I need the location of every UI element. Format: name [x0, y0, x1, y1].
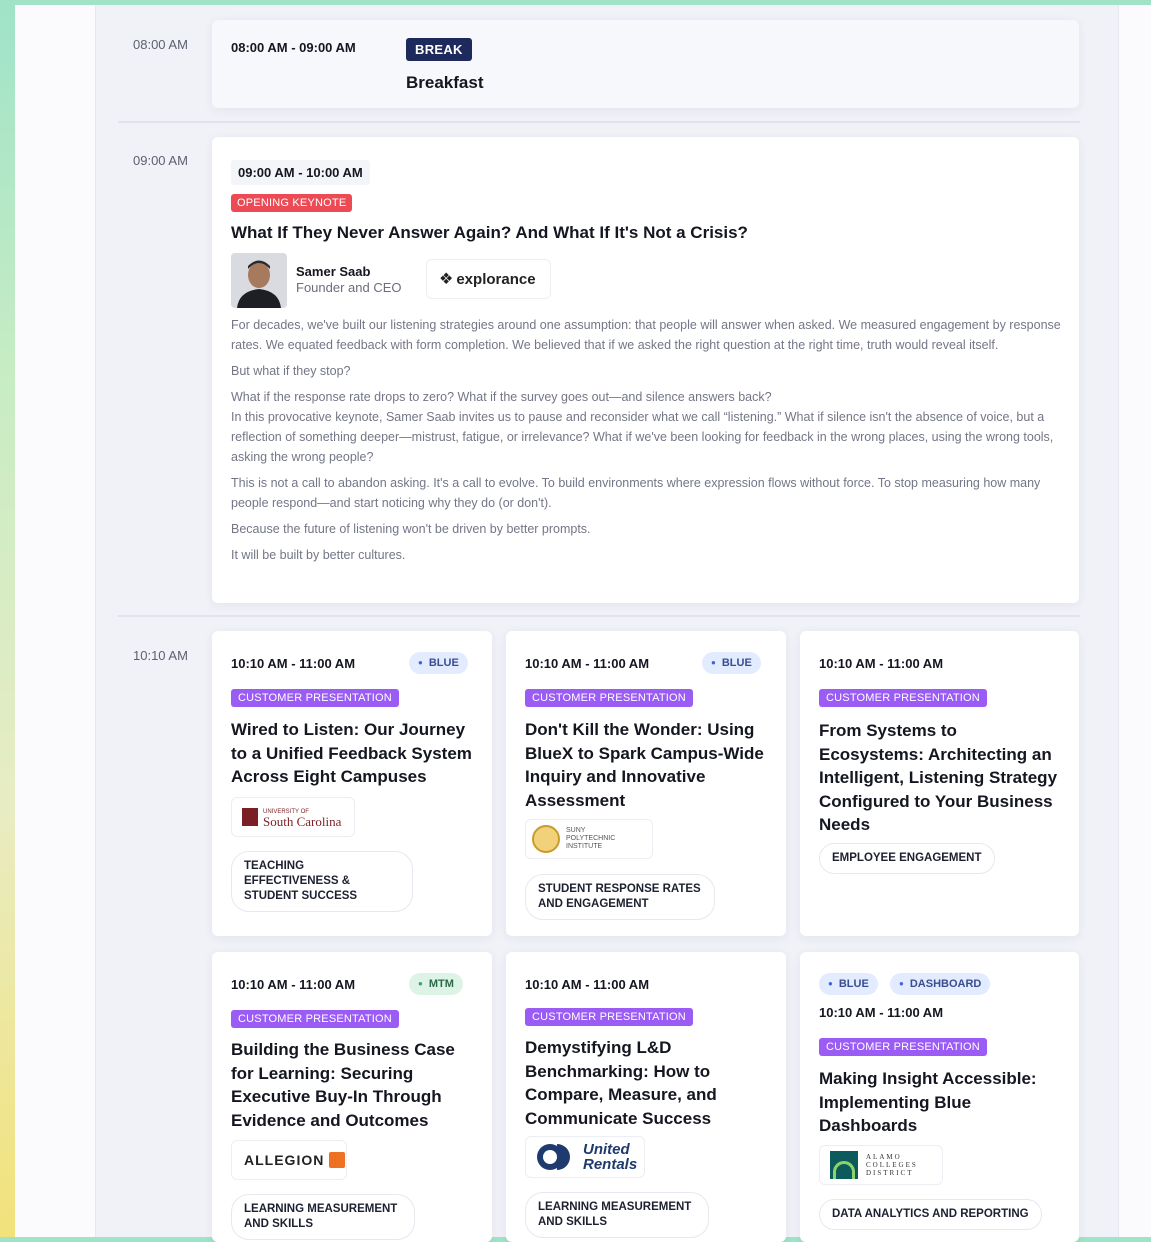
session-card[interactable]: 10:10 AM - 11:00 AM CUSTOMER PRESENTATIO… — [800, 631, 1079, 936]
track-badge-blue: BLUE — [702, 652, 761, 674]
customer-presentation-tag: CUSTOMER PRESENTATION — [819, 689, 987, 707]
session-card[interactable]: 10:10 AM - 11:00 AM BLUE CUSTOMER PRESEN… — [506, 631, 786, 936]
session-title: Don't Kill the Wonder: Using BlueX to Sp… — [525, 720, 764, 810]
session-title: Demystifying L&D Benchmarking: How to Co… — [525, 1038, 717, 1128]
session-title: Making Insight Accessible: Implementing … — [819, 1069, 1037, 1135]
session-title: What If They Never Answer Again? And Wha… — [231, 223, 748, 242]
session-time: 09:00 AM - 10:00 AM — [231, 160, 370, 185]
logo-name: ALLEGION — [244, 1152, 325, 1168]
session-time: 10:10 AM - 11:00 AM — [819, 656, 944, 671]
time-slot-label: 10:10 AM — [133, 648, 188, 663]
topic-chip[interactable]: TEACHING EFFECTIVENESS & STUDENT SUCCESS — [231, 851, 413, 912]
session-time: 10:10 AM - 11:00 AM — [231, 977, 356, 992]
track-badge-mtm: MTM — [409, 973, 463, 995]
time-slot-label: 09:00 AM — [133, 153, 188, 168]
track-badge-blue: BLUE — [819, 973, 878, 995]
description-paragraph: For decades, we've built our listening s… — [231, 318, 1061, 352]
session-title: Breakfast — [406, 73, 484, 92]
description-paragraph: What if the response rate drops to zero?… — [231, 390, 772, 404]
session-card[interactable]: 10:10 AM - 11:00 AM CUSTOMER PRESENTATIO… — [506, 952, 786, 1242]
topic-chip[interactable]: EMPLOYEE ENGAGEMENT — [819, 843, 995, 874]
track-badge-blue: BLUE — [409, 652, 468, 674]
opening-keynote-tag: OPENING KEYNOTE — [231, 194, 353, 212]
description-paragraph: In this provocative keynote, Samer Saab … — [231, 410, 1054, 464]
session-time: 10:10 AM - 11:00 AM — [231, 656, 356, 671]
topic-chip[interactable]: DATA ANALYTICS AND REPORTING — [819, 1199, 1042, 1230]
track-badge-dashboard: DASHBOARD — [890, 973, 991, 995]
session-card[interactable]: 10:10 AM - 11:00 AM BLUE CUSTOMER PRESEN… — [212, 631, 492, 936]
company-logo: United Rentals — [525, 1136, 645, 1178]
customer-presentation-tag: CUSTOMER PRESENTATION — [525, 1008, 693, 1026]
slot-divider — [118, 121, 1080, 123]
break-tag: BREAK — [406, 38, 472, 61]
session-title: From Systems to Ecosystems: Architecting… — [819, 721, 1058, 834]
united-rentals-mark-icon — [537, 1144, 570, 1170]
customer-presentation-tag: CUSTOMER PRESENTATION — [231, 1010, 399, 1028]
company-logo: ALLEGION — [231, 1140, 347, 1180]
speaker-name: Samer Saab — [296, 264, 371, 279]
session-time: 10:10 AM - 11:00 AM — [525, 656, 650, 671]
speaker-role: Founder and CEO — [296, 280, 402, 295]
session-title: Building the Business Case for Learning:… — [231, 1040, 455, 1130]
customer-presentation-tag: CUSTOMER PRESENTATION — [231, 689, 399, 707]
university-logo: UNIVERSITY OF South Carolina — [231, 797, 355, 837]
logo-name: United Rentals — [583, 1141, 638, 1173]
customer-presentation-tag: CUSTOMER PRESENTATION — [819, 1038, 987, 1056]
description-paragraph: Because the future of listening won't be… — [231, 522, 591, 536]
topic-chip[interactable]: LEARNING MEASUREMENT AND SKILLS — [231, 1194, 415, 1240]
company-logo: ❖ explorance — [426, 259, 551, 299]
description-paragraph: It will be built by better cultures. — [231, 548, 406, 562]
session-card[interactable]: 10:10 AM - 11:00 AM MTM CUSTOMER PRESENT… — [212, 952, 492, 1242]
session-description: For decades, we've built our listening s… — [231, 315, 1061, 565]
speaker-avatar[interactable] — [231, 253, 287, 308]
session-time: 08:00 AM - 09:00 AM — [231, 40, 356, 55]
description-paragraph: But what if they stop? — [231, 364, 351, 378]
time-slot-label: 08:00 AM — [133, 37, 188, 52]
logo-name: SUNY POLYTECHNIC INSTITUTE — [566, 827, 616, 850]
company-name: explorance — [456, 270, 536, 288]
allegion-mark-icon — [329, 1152, 346, 1168]
description-paragraph: This is not a call to abandon asking. It… — [231, 476, 1041, 510]
alamo-mark-icon — [830, 1151, 858, 1179]
topic-chip[interactable]: STUDENT RESPONSE RATES AND ENGAGEMENT — [525, 874, 715, 920]
session-card-breakfast[interactable]: 08:00 AM - 09:00 AM BREAK Breakfast — [212, 20, 1079, 108]
crest-icon — [242, 808, 258, 826]
session-title: Wired to Listen: Our Journey to a Unifie… — [231, 720, 472, 786]
seal-icon — [532, 825, 560, 853]
customer-presentation-tag: CUSTOMER PRESENTATION — [525, 689, 693, 707]
topic-chip[interactable]: LEARNING MEASUREMENT AND SKILLS — [525, 1192, 709, 1238]
explorance-logo-icon: ❖ — [439, 271, 454, 288]
college-logo: ALAMO COLLEGES DISTRICT — [819, 1145, 943, 1185]
session-card-keynote[interactable]: 09:00 AM - 10:00 AM OPENING KEYNOTE What… — [212, 137, 1079, 603]
session-time: 10:10 AM - 11:00 AM — [525, 977, 650, 992]
institute-logo: SUNY POLYTECHNIC INSTITUTE — [525, 819, 653, 859]
session-card[interactable]: BLUE DASHBOARD 10:10 AM - 11:00 AM CUSTO… — [800, 952, 1079, 1242]
slot-divider — [118, 615, 1080, 617]
logo-name: South Carolina — [263, 814, 342, 829]
logo-name: ALAMO COLLEGES DISTRICT — [866, 1153, 918, 1177]
session-time: 10:10 AM - 11:00 AM — [819, 1005, 944, 1020]
